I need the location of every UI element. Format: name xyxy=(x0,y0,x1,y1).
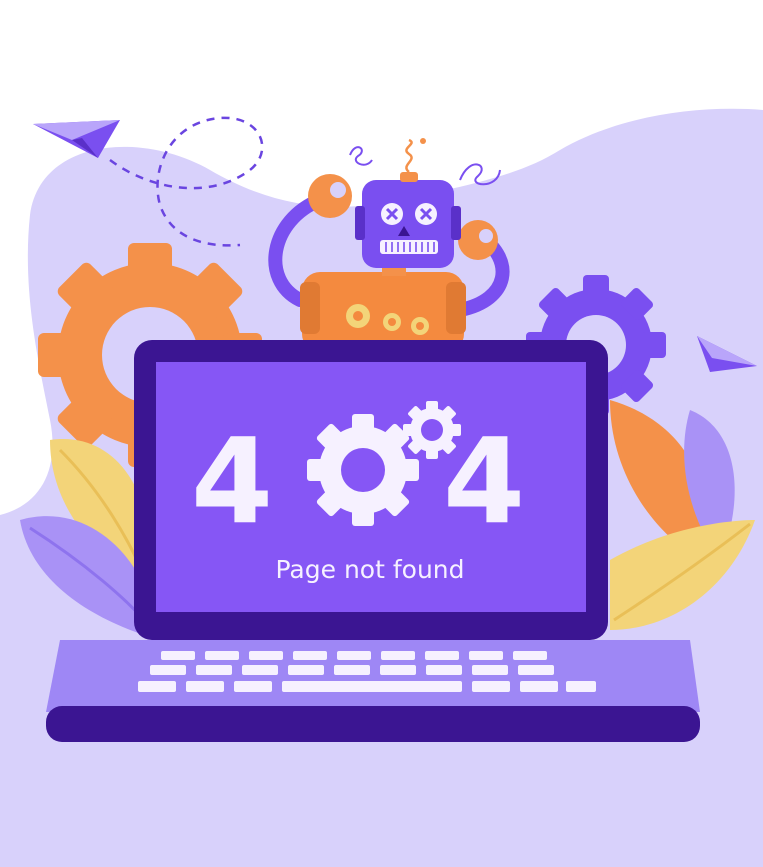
error-digit-left: 4 xyxy=(191,412,273,550)
laptop-keyboard-deck xyxy=(46,640,700,712)
laptop-illustration xyxy=(46,340,700,742)
error-message: Page not found xyxy=(275,555,464,584)
laptop-keys xyxy=(138,651,596,692)
error-404-page: 4 4 Page not found xyxy=(0,0,763,867)
error-illustration: 4 4 Page not found xyxy=(0,0,763,867)
error-digit-right: 4 xyxy=(443,412,525,550)
